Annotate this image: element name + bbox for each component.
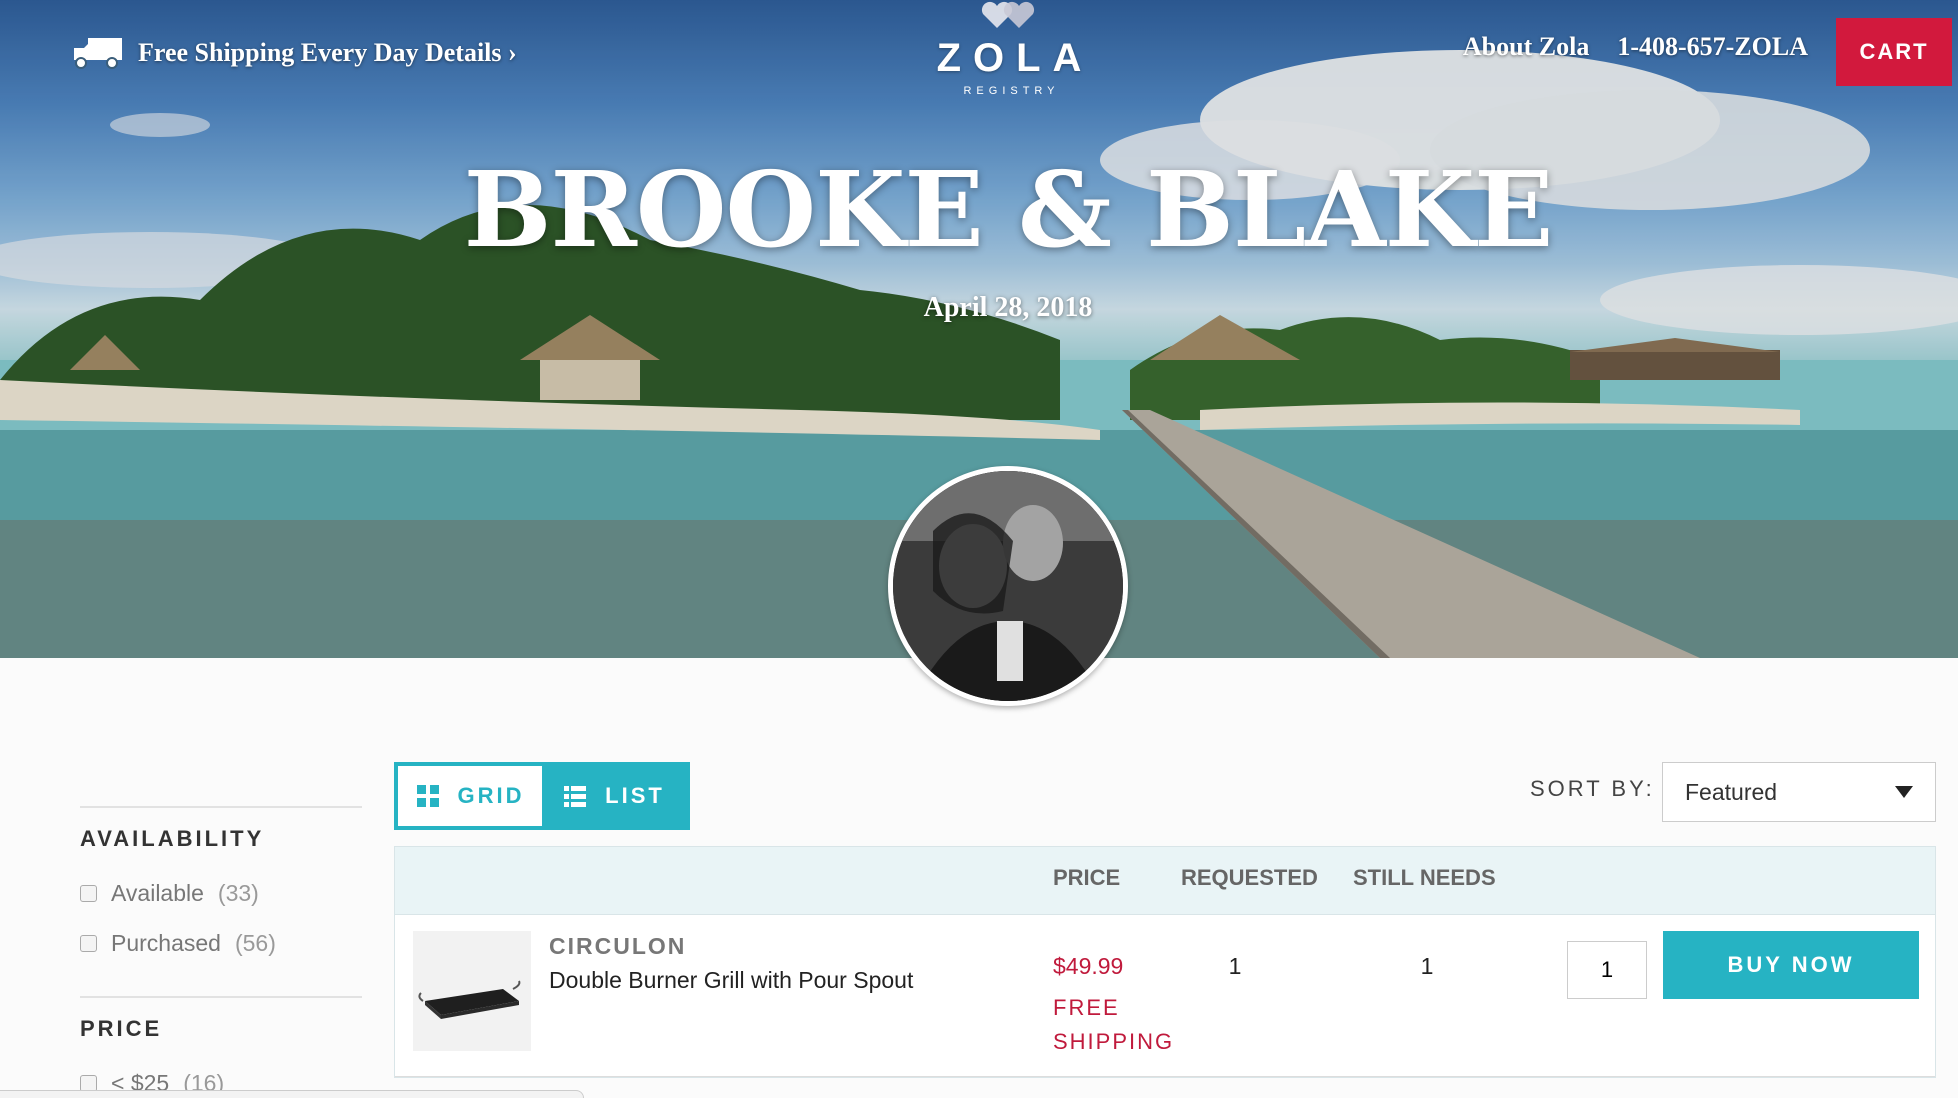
filter-option-label: Purchased	[111, 929, 221, 956]
free-shipping-link[interactable]: Free Shipping Every Day Details ›	[72, 36, 517, 70]
sort-select[interactable]: Featured	[1662, 762, 1936, 822]
list-view-label: LIST	[605, 783, 665, 808]
nav-about-zola[interactable]: About Zola	[1463, 32, 1589, 62]
filter-option-available[interactable]: Available (33)	[80, 868, 362, 918]
list-icon	[564, 786, 587, 807]
nav-phone-number[interactable]: 1-408-657-ZOLA	[1617, 32, 1808, 62]
couple-photo	[893, 471, 1123, 701]
top-nav: About Zola 1-408-657-ZOLA	[1463, 32, 1808, 62]
couple-avatar	[888, 466, 1128, 706]
product-thumbnail[interactable]	[413, 931, 531, 1051]
horizontal-scrollbar[interactable]	[0, 1090, 584, 1098]
logo-subtitle: REGISTRY	[963, 85, 1060, 97]
free-shipping-text: Free Shipping Every Day Details ›	[138, 38, 517, 67]
cart-button[interactable]: CART	[1836, 18, 1952, 86]
filter-group-price: PRICE < $25 (16)	[80, 996, 362, 1098]
filter-option-count: (56)	[234, 929, 276, 956]
table-header: PRICE REQUESTED STILL NEEDS	[395, 847, 1935, 915]
grid-view-label: GRID	[457, 783, 525, 808]
header-requested: REQUESTED	[1181, 865, 1318, 890]
header-price: PRICE	[1053, 865, 1121, 890]
hearts-logo-icon	[981, 1, 1035, 28]
filter-group-availability: AVAILABILITY Available (33) Purchased (5…	[80, 806, 362, 968]
available-checkbox[interactable]	[80, 884, 97, 902]
filter-option-label: Available	[111, 879, 204, 906]
truck-icon	[74, 38, 122, 69]
free-shipping-badge: FREE SHIPPING	[1053, 995, 1175, 1054]
grid-view-button[interactable]: GRID	[398, 766, 542, 826]
product-price: $49.99	[1053, 953, 1124, 979]
registry-table: PRICE REQUESTED STILL NEEDS CIRCULON Dou…	[394, 846, 1936, 1078]
filter-option-purchased[interactable]: Purchased (56)	[80, 918, 362, 968]
zola-logo[interactable]: ZOLA REGISTRY	[920, 0, 1098, 104]
caret-down-icon	[1895, 786, 1913, 798]
filter-title-price: PRICE	[80, 1016, 163, 1041]
requested-count: 1	[1228, 953, 1242, 979]
logo-wordmark: ZOLA	[936, 36, 1094, 80]
still-needs-count: 1	[1420, 953, 1434, 979]
buy-now-button[interactable]: BUY NOW	[1663, 931, 1919, 999]
wedding-date: April 28, 2018	[923, 292, 1093, 323]
list-view-button[interactable]: LIST	[542, 766, 686, 826]
table-row: CIRCULON Double Burner Grill with Pour S…	[395, 915, 1935, 1077]
under-25-checkbox[interactable]	[80, 1074, 97, 1092]
product-name[interactable]: Double Burner Grill with Pour Spout	[549, 967, 913, 994]
product-brand: CIRCULON	[549, 933, 687, 959]
purchased-checkbox[interactable]	[80, 934, 97, 952]
header-still-needs: STILL NEEDS	[1353, 865, 1496, 890]
grill-pan-image	[413, 931, 531, 1051]
filter-option-count: (33)	[217, 879, 259, 906]
view-toggle: GRID LIST	[394, 762, 690, 830]
filter-title-availability: AVAILABILITY	[80, 826, 265, 851]
filter-sidebar: AVAILABILITY Available (33) Purchased (5…	[80, 806, 362, 1098]
quantity-input[interactable]	[1567, 941, 1647, 999]
couple-names-title: BROOKE & BLAKE	[463, 148, 1554, 271]
sort-selected-value: Featured	[1685, 778, 1778, 805]
sort-by-label: SORT BY:	[1530, 776, 1655, 801]
grid-icon	[416, 785, 439, 807]
